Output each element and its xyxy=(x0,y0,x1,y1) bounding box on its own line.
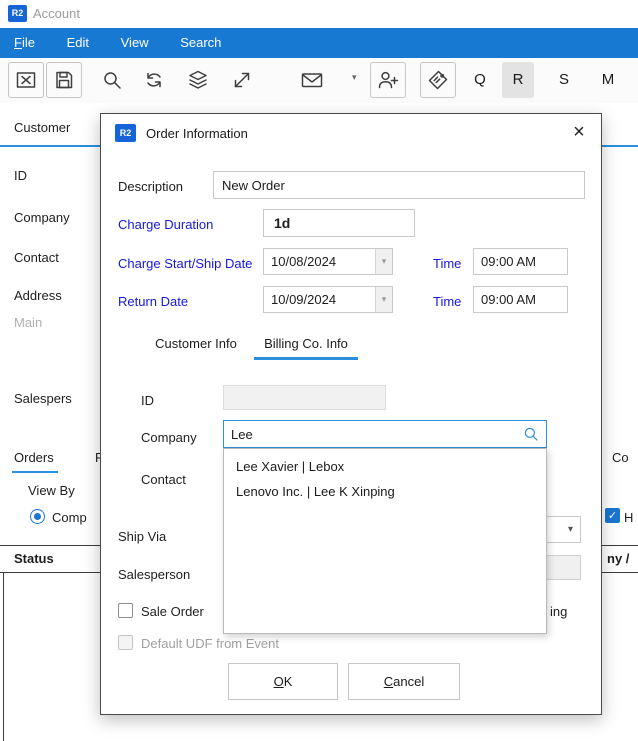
company-input[interactable] xyxy=(224,427,522,442)
return-date-caret-icon[interactable]: ▾ xyxy=(375,287,392,312)
charge-start-date-field[interactable]: 10/08/2024 ▾ xyxy=(263,248,393,275)
tab-orders[interactable]: Orders xyxy=(14,450,54,465)
m-button[interactable]: M xyxy=(592,62,624,98)
toolbar: ▾ Q R S M xyxy=(0,58,638,103)
save-icon[interactable] xyxy=(46,62,82,98)
add-contact-icon[interactable] xyxy=(370,62,406,98)
charge-duration-value: 1d xyxy=(274,215,290,231)
mail-icon[interactable] xyxy=(294,62,330,98)
comp-radio[interactable] xyxy=(30,509,45,524)
tab-customer[interactable]: Customer xyxy=(14,120,70,135)
bg-fragment-ny: ny / xyxy=(607,551,629,566)
dialog-title: Order Information xyxy=(146,126,248,141)
ship-via-caret-icon: ▾ xyxy=(568,524,573,535)
q-button[interactable]: Q xyxy=(464,62,496,98)
menu-view[interactable]: View xyxy=(107,28,163,58)
description-input[interactable] xyxy=(213,171,585,199)
bg-label-view-by: View By xyxy=(28,483,75,498)
app-window: R2 Account File Edit View Search ▾ xyxy=(0,0,638,741)
table-left-border xyxy=(3,572,4,741)
bg-label-contact: Contact xyxy=(14,250,59,265)
status-column-header[interactable]: Status xyxy=(14,551,54,566)
s-button[interactable]: S xyxy=(548,62,580,98)
r-button[interactable]: R xyxy=(502,62,534,98)
mail-dropdown-caret[interactable]: ▾ xyxy=(352,72,357,83)
h-checkbox[interactable]: ✓ xyxy=(605,508,620,523)
comp-radio-label: Comp xyxy=(52,510,87,525)
layers-icon[interactable] xyxy=(180,62,216,98)
bg-label-company: Company xyxy=(14,210,70,225)
default-udf-checkbox xyxy=(118,635,133,650)
menu-search[interactable]: Search xyxy=(166,28,235,58)
suggestion-item[interactable]: Lenovo Inc. | Lee K Xinping xyxy=(224,479,546,504)
charge-start-label[interactable]: Charge Start/Ship Date xyxy=(118,256,252,271)
salesperson-label: Salesperson xyxy=(118,567,190,582)
charge-duration-label[interactable]: Charge Duration xyxy=(118,217,213,232)
return-time-field[interactable]: 09:00 AM xyxy=(473,286,568,313)
company-field xyxy=(223,420,547,448)
id-label: ID xyxy=(141,393,154,408)
tag-icon[interactable] xyxy=(420,62,456,98)
company-suggestion-dropdown: Lee Xavier | Lebox Lenovo Inc. | Lee K X… xyxy=(223,448,547,634)
contact-label: Contact xyxy=(141,472,186,487)
bg-fragment-co: Co xyxy=(612,450,629,465)
description-label: Description xyxy=(118,179,183,194)
search-icon[interactable] xyxy=(94,62,130,98)
charge-start-date-caret-icon[interactable]: ▾ xyxy=(375,249,392,274)
active-tab-underline xyxy=(254,357,358,360)
bg-label-salesperson: Salespers xyxy=(14,391,72,406)
company-search-icon[interactable] xyxy=(522,425,540,443)
return-time-value: 09:00 AM xyxy=(481,292,536,307)
ok-button[interactable]: OK xyxy=(228,663,338,700)
order-information-dialog: R2 Order Information × Description Charg… xyxy=(100,113,602,715)
bg-label-address: Address xyxy=(14,288,62,303)
label-fragment-ing: ing xyxy=(550,604,567,619)
id-input xyxy=(223,385,386,410)
title-bar: R2 Account xyxy=(0,0,638,28)
expand-icon[interactable] xyxy=(224,62,260,98)
return-date-field[interactable]: 10/09/2024 ▾ xyxy=(263,286,393,313)
charge-start-time-label[interactable]: Time xyxy=(433,256,461,271)
company-label: Company xyxy=(141,430,197,445)
return-date-label[interactable]: Return Date xyxy=(118,294,188,309)
h-checkbox-label: H xyxy=(624,510,633,525)
suggestion-item[interactable]: Lee Xavier | Lebox xyxy=(224,454,546,479)
ship-via-label: Ship Via xyxy=(118,529,166,544)
bg-value-main: Main xyxy=(14,315,42,330)
cancel-button[interactable]: Cancel xyxy=(348,663,460,700)
charge-duration-field[interactable]: 1d xyxy=(263,209,415,237)
menu-file[interactable]: File xyxy=(0,28,49,58)
tab-customer-info[interactable]: Customer Info xyxy=(146,336,246,358)
sale-order-checkbox[interactable] xyxy=(118,603,133,618)
charge-start-time-value: 09:00 AM xyxy=(481,254,536,269)
bg-label-id: ID xyxy=(14,168,27,183)
menu-edit[interactable]: Edit xyxy=(53,28,103,58)
default-udf-label: Default UDF from Event xyxy=(141,636,279,651)
refresh-icon[interactable] xyxy=(136,62,172,98)
return-date-value: 10/09/2024 xyxy=(264,292,375,307)
window-title: Account xyxy=(33,0,80,28)
charge-start-time-field[interactable]: 09:00 AM xyxy=(473,248,568,275)
menu-bar: File Edit View Search xyxy=(0,28,638,58)
app-logo-icon: R2 xyxy=(8,5,27,22)
box-x-icon[interactable] xyxy=(8,62,44,98)
return-time-label[interactable]: Time xyxy=(433,294,461,309)
charge-start-date-value: 10/08/2024 xyxy=(264,254,375,269)
tab-billing-co-info[interactable]: Billing Co. Info xyxy=(254,336,358,358)
orders-tab-underline xyxy=(12,471,58,473)
sale-order-label: Sale Order xyxy=(141,604,204,619)
dialog-logo-icon: R2 xyxy=(115,124,136,142)
close-icon[interactable]: × xyxy=(567,120,591,144)
